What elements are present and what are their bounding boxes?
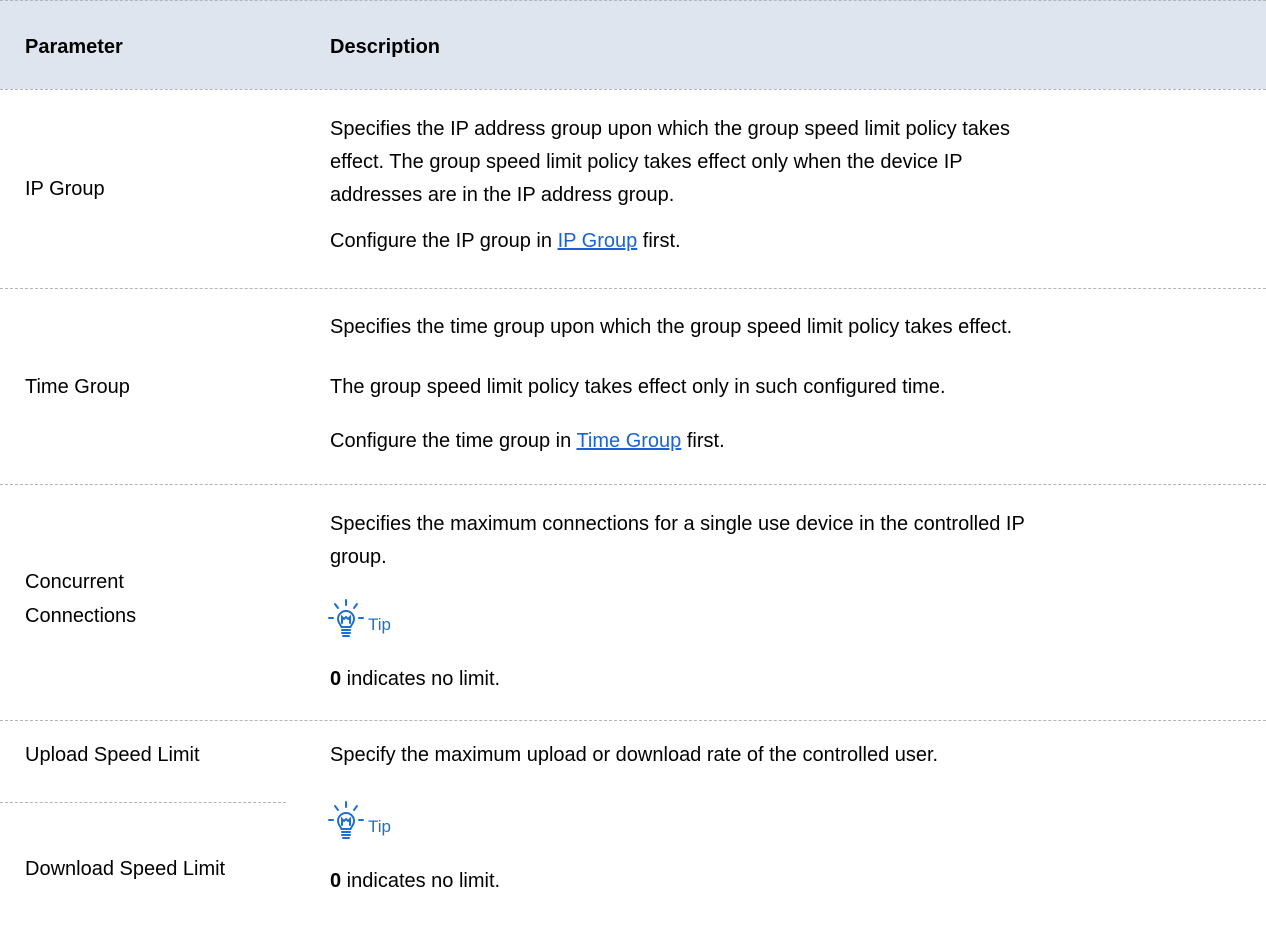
config-note: Configure the IP group in IP Group first… <box>330 224 681 258</box>
param-time-group: Time Group <box>25 376 130 398</box>
desc-line: The group speed limit policy takes effec… <box>330 376 946 398</box>
column-header-description: Description <box>330 36 441 58</box>
tip-label: Tip <box>368 614 391 634</box>
tip-callout: Tip <box>326 598 391 645</box>
desc-line: Specifies the IP address group upon whic… <box>330 118 1011 140</box>
divider <box>0 288 1266 289</box>
param-upload-speed-limit: Upload Speed Limit <box>25 744 200 766</box>
param-download-speed-limit: Download Speed Limit <box>25 858 226 880</box>
desc-line: effect. The group speed limit policy tak… <box>330 151 963 173</box>
divider <box>0 802 286 803</box>
param-ip-group: IP Group <box>25 178 105 200</box>
config-suffix: first. <box>681 430 725 452</box>
tip-value: 0 <box>330 668 342 690</box>
lightbulb-icon <box>326 800 366 847</box>
desc-line: Specifies the time group upon which the … <box>330 316 1013 338</box>
tip-rest: indicates no limit. <box>341 668 501 690</box>
tip-value: 0 <box>330 870 342 892</box>
param-concurrent-line1: Concurrent <box>25 571 124 593</box>
desc-line: group. <box>330 546 387 568</box>
divider <box>0 484 1266 485</box>
tip-text: 0 indicates no limit. <box>330 864 500 898</box>
divider <box>0 89 1266 90</box>
config-suffix: first. <box>637 230 681 252</box>
time-group-link[interactable]: Time Group <box>576 430 681 452</box>
table-header <box>0 0 1266 89</box>
ip-group-link[interactable]: IP Group <box>558 230 638 252</box>
desc-line: Specify the maximum upload or download r… <box>330 744 939 766</box>
param-concurrent-line2: Connections <box>25 605 137 627</box>
config-prefix: Configure the time group in <box>330 430 577 452</box>
lightbulb-icon <box>326 598 366 645</box>
tip-callout: Tip <box>326 800 391 847</box>
divider <box>0 0 1266 1</box>
tip-text: 0 indicates no limit. <box>330 662 500 696</box>
desc-line: addresses are in the IP address group. <box>330 184 675 206</box>
config-prefix: Configure the IP group in <box>330 230 558 252</box>
desc-line: Specifies the maximum connections for a … <box>330 513 1025 535</box>
column-header-parameter: Parameter <box>25 36 123 58</box>
divider <box>0 720 1266 721</box>
config-note: Configure the time group in Time Group f… <box>330 424 725 458</box>
tip-rest: indicates no limit. <box>341 870 501 892</box>
tip-label: Tip <box>368 816 391 836</box>
